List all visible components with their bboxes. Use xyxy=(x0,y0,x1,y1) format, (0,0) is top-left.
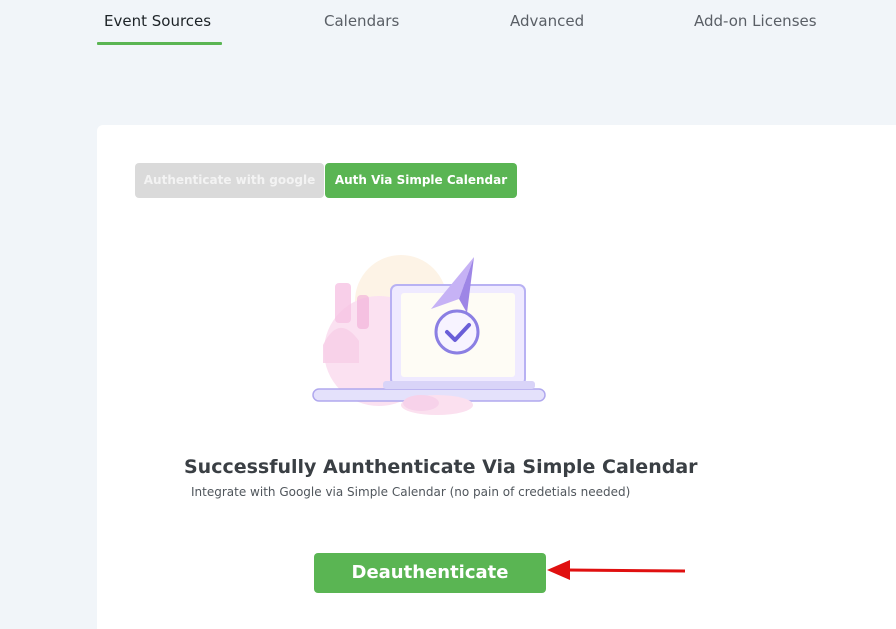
auth-success-description: Integrate with Google via Simple Calenda… xyxy=(191,485,631,499)
event-source-card: Authenticate with google Auth Via Simple… xyxy=(97,125,896,629)
success-laptop-illustration xyxy=(312,255,546,415)
deauthenticate-button[interactable]: Deauthenticate xyxy=(314,553,546,593)
auth-via-simple-calendar-tab[interactable]: Auth Via Simple Calendar xyxy=(325,163,517,198)
tab-add-on-licenses[interactable]: Add-on Licenses xyxy=(694,12,817,30)
settings-tabs: Event Sources Calendars Advanced Add-on … xyxy=(0,0,896,48)
annotation-arrow-icon xyxy=(547,560,686,580)
tab-advanced[interactable]: Advanced xyxy=(510,12,584,30)
tab-calendars[interactable]: Calendars xyxy=(324,12,399,30)
tab-event-sources[interactable]: Event Sources xyxy=(104,12,211,30)
active-tab-indicator xyxy=(97,42,222,45)
auth-success-headline: Successfully Aunthenticate Via Simple Ca… xyxy=(184,456,698,478)
authenticate-with-google-tab[interactable]: Authenticate with google xyxy=(135,163,324,198)
